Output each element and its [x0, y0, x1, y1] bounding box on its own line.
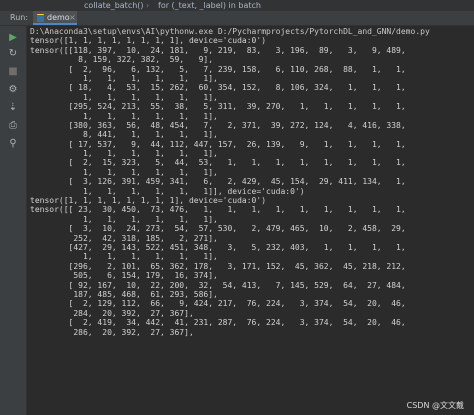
console-line: [ 2, 419, 34, 442, 41, 231, 287, 76, 224…	[30, 318, 406, 328]
console-line: 1, 1, 1, 1, 1, 1],	[30, 73, 218, 83]
breadcrumb-separator: ›	[146, 1, 150, 10]
console-line: [ 17, 537, 9, 44, 112, 447, 157, 26, 139…	[30, 139, 406, 149]
console-line: 1, 1, 1, 1, 1, 1],	[30, 92, 218, 102]
console-line: [380, 363, 56, 48, 454, 7, 2, 371, 39, 2…	[30, 120, 406, 130]
python-file-icon	[37, 14, 44, 22]
settings-icon[interactable]: ⚙	[7, 84, 19, 96]
console-line: 1, 1, 1, 1, 1, 1],	[30, 167, 218, 177]
console-line: 505, 6, 154, 179, 16, 374],	[30, 271, 218, 281]
pin-icon[interactable]: ⚲	[7, 138, 19, 150]
tab-label: demo	[47, 13, 70, 22]
console-line: [ 2, 129, 112, 66, 9, 424, 217, 76, 224,…	[30, 299, 406, 309]
run-label: Run:	[10, 13, 29, 22]
console-line: [ 3, 126, 391, 459, 341, 6, 2, 429, 45, …	[30, 177, 406, 187]
print-icon[interactable]: ⎙	[7, 120, 19, 132]
console-line: tensor([[ 23, 30, 450, 73, 476, 1, 1, 1,…	[30, 205, 406, 215]
rerun-icon[interactable]: ↻	[7, 48, 19, 60]
console-line: 8, 441, 1, 1, 1, 1],	[30, 130, 218, 140]
console-line: [295, 524, 213, 55, 38, 5, 311, 39, 270,…	[30, 102, 406, 112]
console-line: 284, 20, 392, 27, 367],	[30, 308, 194, 318]
console-line: tensor([[118, 397, 10, 24, 181, 9, 219, …	[30, 45, 406, 55]
console-line: [296, 2, 101, 65, 362, 178, 3, 171, 152,…	[30, 261, 406, 271]
console-line: 187, 485, 468, 61, 293, 586],	[30, 289, 218, 299]
console-line: [ 18, 4, 53, 15, 262, 60, 354, 152, 8, 1…	[30, 83, 406, 93]
console-line: 252, 42, 318, 185, 2, 271],	[30, 233, 218, 243]
console-line: 1, 1, 1, 1, 1, 1],	[30, 214, 218, 224]
console-line: [ 3, 10, 24, 273, 54, 57, 530, 2, 479, 4…	[30, 224, 406, 234]
watermark: CSDN @文文戴	[404, 400, 466, 411]
console-line: [ 92, 167, 10, 22, 200, 32, 54, 413, 7, …	[30, 280, 406, 290]
console-line: 1, 1, 1, 1, 1, 1],	[30, 149, 218, 159]
breadcrumb-item[interactable]: collate_batch()	[84, 0, 144, 11]
run-gutter: ▶ ↻ ■ ⚙ ⇣ ⎙ ⚲	[0, 26, 27, 415]
scroll-to-end-icon[interactable]: ⇣	[7, 102, 19, 114]
console-line: 286, 20, 392, 27, 367],	[30, 327, 194, 337]
run-toolbar: Run: demo ×	[0, 11, 474, 26]
console-line: [ 2, 15, 323, 5, 44, 53, 1, 1, 1, 1, 1, …	[30, 158, 406, 168]
run-icon[interactable]: ▶	[7, 32, 19, 44]
console-line: [ 2, 96, 6, 132, 5, 7, 239, 158, 6, 110,…	[30, 64, 406, 74]
console-line: [427, 29, 143, 522, 451, 348, 3, 5, 232,…	[30, 242, 406, 252]
console-line: tensor([1, 1, 1, 1, 1, 1, 1, 1], device=…	[30, 196, 267, 206]
tab-close-icon[interactable]: ×	[69, 11, 76, 24]
console-line: 1, 1, 1, 1, 1, 1]], device='cuda:0')	[30, 186, 305, 196]
tab-demo[interactable]: demo ×	[33, 11, 77, 25]
console-line: tensor([1, 1, 1, 1, 1, 1, 1, 1], device=…	[30, 36, 267, 46]
stop-icon[interactable]: ■	[7, 66, 19, 78]
console-output[interactable]: D:\Anaconda3\setup\envs\AI\pythonw.exe D…	[30, 27, 474, 415]
console-line: 1, 1, 1, 1, 1, 1],	[30, 252, 218, 262]
breadcrumb-item[interactable]: for (_text, _label) in batch	[158, 0, 261, 11]
console-line: 8, 159, 322, 382, 59, 9],	[30, 55, 214, 65]
console-line: 1, 1, 1, 1, 1, 1],	[30, 111, 218, 121]
console-line: D:\Anaconda3\setup\envs\AI\pythonw.exe D…	[30, 27, 430, 36]
